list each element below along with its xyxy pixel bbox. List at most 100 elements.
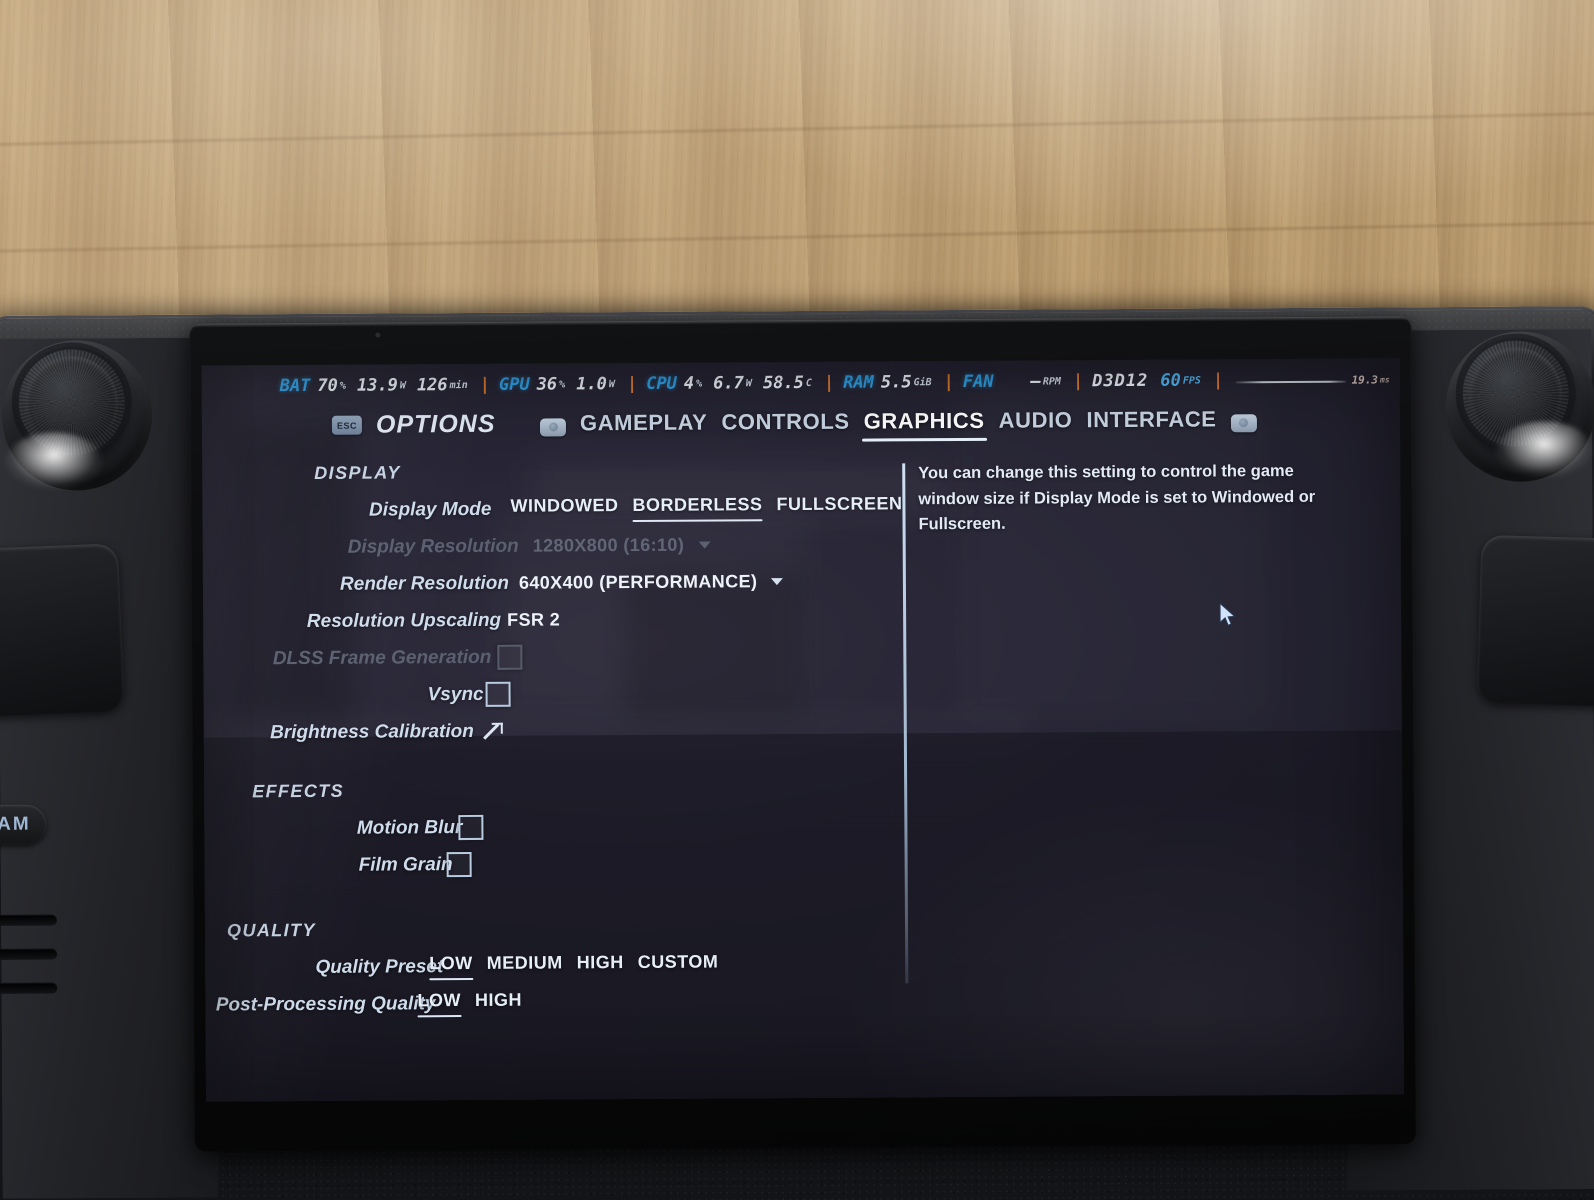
perf-value: 4 [683, 373, 695, 394]
setting-label: Resolution Upscaling [306, 609, 502, 632]
tab-bar: GAMEPLAY CONTROLS GRAPHICS AUDIO INTERFA… [539, 406, 1257, 444]
setting-value[interactable] [446, 851, 472, 878]
perf-separator: | [823, 372, 835, 393]
speaker-grille-slot [0, 914, 57, 926]
setting-row-vsync[interactable]: Vsync [203, 673, 903, 714]
option-postproc-low[interactable]: LOW [417, 990, 461, 1017]
section-header-display: DISPLAY [314, 462, 401, 483]
tab-gameplay[interactable]: GAMEPLAY [580, 410, 708, 444]
render-resolution-value: 640X400 (PERFORMANCE) [518, 571, 758, 593]
setting-value[interactable] [485, 681, 511, 707]
perf-unit: GiB [913, 376, 932, 388]
setting-row-quality-preset[interactable]: Quality Preset LOW MEDIUM HIGH CUSTOM [205, 945, 905, 986]
chevron-down-icon[interactable] [771, 578, 784, 586]
setting-value: WINDOWED BORDERLESS FULLSCREEN [510, 493, 902, 522]
perf-unit: W [399, 379, 406, 391]
section-header-quality: QUALITY [226, 919, 316, 941]
perf-key-fan: FAN [962, 371, 994, 392]
perf-value: 36 [536, 374, 558, 395]
perf-unit: min [449, 379, 468, 391]
setting-row-brightness-calibration[interactable]: Brightness Calibration [204, 710, 904, 751]
perf-value: 13.9 [356, 375, 398, 396]
option-group-display-mode: WINDOWED BORDERLESS FULLSCREEN [510, 493, 902, 522]
setting-row-dlss-frame-generation: DLSS Frame Generation [203, 636, 903, 677]
tab-controls[interactable]: CONTROLS [721, 409, 849, 443]
esc-key-icon[interactable]: ESC [331, 415, 363, 435]
setting-value[interactable]: FSR 2 [507, 609, 560, 630]
right-bumper-icon[interactable] [1230, 413, 1257, 432]
option-quality-custom[interactable]: CUSTOM [638, 951, 719, 978]
option-quality-low[interactable]: LOW [429, 953, 473, 980]
setting-row-display-mode[interactable]: Display Mode WINDOWED BORDERLESS FULLSCR… [202, 488, 903, 529]
tab-audio[interactable]: AUDIO [999, 407, 1073, 440]
chevron-down-icon [698, 541, 711, 549]
steam-button[interactable]: STEAM [0, 804, 47, 846]
perf-separator: | [1072, 371, 1084, 392]
option-borderless[interactable]: BORDERLESS [632, 494, 762, 522]
thumbstick-highlight [5, 432, 103, 489]
dlss-frame-generation-checkbox [497, 644, 523, 670]
perf-value: – [1030, 371, 1041, 392]
perf-key-cpu: CPU [646, 373, 677, 394]
setting-description-panel: You can change this setting to control t… [902, 459, 1322, 984]
vsync-checkbox[interactable] [485, 681, 511, 707]
right-trackpad[interactable] [1476, 534, 1594, 708]
setting-label: Display Resolution [347, 535, 519, 558]
tab-graphics[interactable]: GRAPHICS [864, 408, 985, 442]
setting-label: Post-Processing Quality [215, 992, 436, 1016]
setting-value[interactable] [458, 814, 484, 841]
right-thumbstick[interactable] [1445, 331, 1594, 483]
frametime-unit: ms [1380, 374, 1390, 384]
perf-unit: C [805, 377, 812, 389]
option-group-quality-preset: LOW MEDIUM HIGH CUSTOM [429, 951, 718, 980]
perf-key-gpu: GPU [498, 374, 530, 395]
options-menu-header: ESC OPTIONS GAMEPLAY CONTROLS GRAPHICS A… [202, 400, 1400, 451]
setting-value: 1280X800 (16:10) [533, 535, 711, 557]
perf-unit: % [696, 378, 703, 390]
perf-unit: % [339, 380, 346, 392]
motion-blur-checkbox[interactable] [458, 814, 484, 841]
perf-value: 70 [317, 375, 338, 396]
tab-interface[interactable]: INTERFACE [1086, 406, 1216, 440]
perf-value: 126 [416, 375, 448, 396]
setting-row-film-grain[interactable]: Film Grain [205, 843, 905, 884]
setting-label: Display Mode [368, 498, 492, 521]
option-postproc-high[interactable]: HIGH [475, 990, 522, 1017]
setting-row-motion-blur[interactable]: Motion Blur [204, 806, 904, 847]
perf-unit: RPM [1042, 375, 1061, 387]
setting-value: LOW HIGH [417, 990, 522, 1018]
perf-value: 58.5 [762, 372, 804, 394]
setting-label: DLSS Frame Generation [272, 646, 492, 669]
left-thumbstick[interactable] [1, 339, 153, 491]
left-bumper-icon[interactable] [539, 417, 567, 437]
left-trackpad[interactable] [0, 543, 125, 719]
option-quality-medium[interactable]: MEDIUM [487, 952, 563, 979]
setting-row-display-resolution: Display Resolution 1280X800 (16:10) [203, 525, 903, 566]
handheld-console-body: STEAM BAT 70 % 13.9 W 126 min | GPU 36 %… [0, 306, 1594, 1200]
perf-unit: W [745, 377, 752, 389]
setting-row-post-processing-quality[interactable]: Post-Processing Quality LOW HIGH [205, 982, 905, 1023]
setting-label: Render Resolution [339, 572, 509, 595]
option-windowed[interactable]: WINDOWED [510, 495, 618, 523]
fps-unit: FPS [1182, 375, 1201, 387]
description-text: You can change this setting to control t… [918, 461, 1316, 534]
photo-scene: STEAM BAT 70 % 13.9 W 126 min | GPU 36 %… [0, 0, 1594, 1200]
option-fullscreen[interactable]: FULLSCREEN [776, 493, 902, 521]
speaker-grille-slot [0, 948, 58, 960]
perf-separator: | [479, 374, 491, 395]
external-link-arrow-icon[interactable] [484, 722, 503, 741]
perf-unit: % [559, 378, 566, 390]
perf-separator: | [626, 373, 638, 395]
setting-row-render-resolution[interactable]: Render Resolution 640X400 (PERFORMANCE) [203, 562, 903, 603]
resolution-upscaling-value: FSR 2 [507, 609, 561, 630]
options-title-group: ESC OPTIONS [331, 410, 496, 440]
setting-value[interactable]: 640X400 (PERFORMANCE) [519, 571, 784, 594]
fps-value: 60 [1160, 370, 1181, 391]
display-resolution-value: 1280X800 (16:10) [532, 534, 685, 556]
film-grain-checkbox[interactable] [446, 851, 472, 878]
perf-key-bat: BAT [279, 375, 311, 397]
thumbstick-highlight [1495, 421, 1593, 478]
setting-row-resolution-upscaling[interactable]: Resolution Upscaling FSR 2 [203, 599, 903, 640]
option-quality-high[interactable]: HIGH [577, 952, 624, 979]
setting-label: Brightness Calibration [270, 720, 474, 743]
